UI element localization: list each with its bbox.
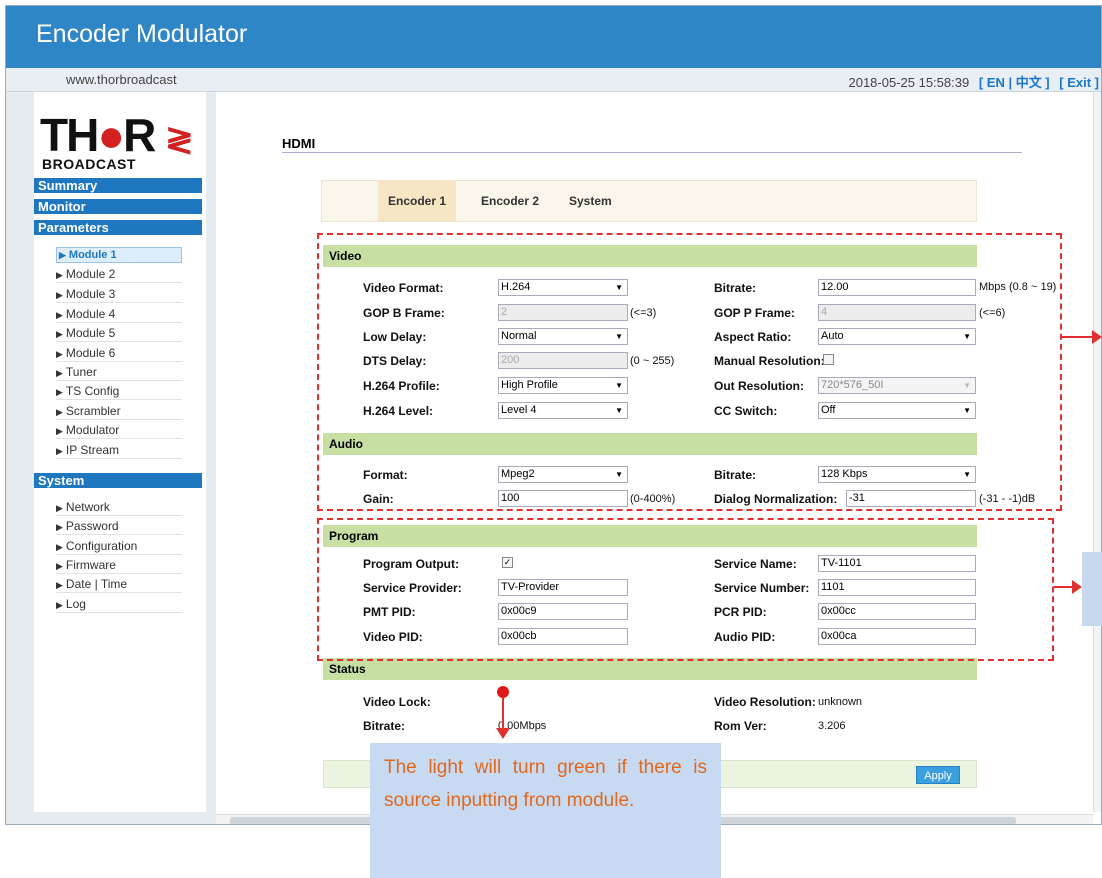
triangle-right-icon: ▶ xyxy=(56,387,63,397)
sidebar-item-tuner[interactable]: ▶ Tuner xyxy=(56,364,182,381)
sidebar-item-module-2[interactable]: ▶ Module 2 xyxy=(56,266,182,283)
sidebar-item-label: Log xyxy=(65,597,86,611)
title-divider xyxy=(282,152,1022,153)
sidebar-item-label: Date | Time xyxy=(65,577,128,591)
annotation-arrow-line xyxy=(1062,336,1094,338)
tab-encoder-1[interactable]: Encoder 1 xyxy=(378,181,457,221)
status-section-header: Status xyxy=(323,658,977,680)
annotation-note-box xyxy=(1082,552,1102,626)
sidebar-item-ts-config[interactable]: ▶ TS Config xyxy=(56,383,182,400)
sidebar-item-network[interactable]: ▶ Network xyxy=(56,499,182,516)
sidebar-item-label: Tuner xyxy=(65,365,97,379)
arrow-right-icon xyxy=(1072,580,1082,594)
sidebar-item-ip-stream[interactable]: ▶ IP Stream xyxy=(56,442,182,459)
title-bar: Encoder Modulator xyxy=(6,6,1101,68)
vertical-scrollbar[interactable] xyxy=(1093,92,1101,812)
language-switch[interactable]: [ EN | 中文 ] xyxy=(979,75,1050,90)
triangle-right-icon: ▶ xyxy=(56,426,63,436)
sidebar-item-label: Module 4 xyxy=(65,307,116,321)
triangle-right-icon: ▶ xyxy=(59,250,66,260)
triangle-right-icon: ▶ xyxy=(56,561,63,571)
triangle-right-icon: ▶ xyxy=(56,446,63,456)
sidebar-item-log[interactable]: ▶ Log xyxy=(56,596,182,613)
tab-system[interactable]: System xyxy=(569,194,612,208)
sidebar-item-firmware[interactable]: ▶ Firmware xyxy=(56,557,182,574)
video-resolution-value: unknown xyxy=(818,696,863,708)
sidebar-item-label: Module 3 xyxy=(65,287,116,301)
logo-subtitle: BROADCAST xyxy=(42,156,136,172)
triangle-right-icon: ▶ xyxy=(56,522,63,532)
sidebar-item-label: Network xyxy=(65,500,110,514)
site-url: www.thorbroadcast xyxy=(66,72,177,87)
triangle-right-icon: ▶ xyxy=(56,503,63,513)
exit-link[interactable]: [ Exit ] xyxy=(1059,75,1099,90)
triangle-right-icon: ▶ xyxy=(56,310,63,320)
page-title: HDMI xyxy=(282,136,316,151)
triangle-right-icon: ▶ xyxy=(56,329,63,339)
sidebar-item-configuration[interactable]: ▶ Configuration xyxy=(56,538,182,555)
video-lock-label: Video Lock: xyxy=(363,695,431,709)
sidebar-item-date-time[interactable]: ▶ Date | Time xyxy=(56,576,182,593)
triangle-right-icon: ▶ xyxy=(56,407,63,417)
program-highlight xyxy=(317,518,1054,661)
sidebar-item-label: Module 5 xyxy=(65,326,116,340)
annotation-arrow-line xyxy=(1054,586,1074,588)
status-bitrate-label: Bitrate: xyxy=(363,719,406,733)
sidebar: TH●R ≷ BROADCAST Summary Monitor Paramet… xyxy=(6,92,216,824)
tab-encoder-2[interactable]: Encoder 2 xyxy=(481,194,539,208)
triangle-right-icon: ▶ xyxy=(56,368,63,378)
sidebar-item-label: Module 1 xyxy=(68,249,117,261)
nav-summary[interactable]: Summary xyxy=(34,178,202,193)
arrow-right-icon xyxy=(1092,330,1102,344)
annotation-arrow-line xyxy=(502,698,504,728)
sidebar-item-label: Firmware xyxy=(65,558,116,572)
sidebar-item-scrambler[interactable]: ▶ Scrambler xyxy=(56,403,182,420)
annotation-callout: The light will turn green if there is so… xyxy=(370,743,721,878)
sidebar-item-label: Scrambler xyxy=(65,404,121,418)
sidebar-item-label: Module 2 xyxy=(65,267,116,281)
sidebar-item-password[interactable]: ▶ Password xyxy=(56,518,182,535)
sidebar-item-label: Password xyxy=(65,519,119,533)
app-title: Encoder Modulator xyxy=(36,20,248,48)
nav-system[interactable]: System xyxy=(34,473,202,488)
triangle-right-icon: ▶ xyxy=(56,349,63,359)
sidebar-item-module-1[interactable]: ▶ Module 1 xyxy=(56,247,182,263)
sidebar-item-label: TS Config xyxy=(65,384,120,398)
rom-ver-label: Rom Ver: xyxy=(714,719,767,733)
sidebar-item-label: IP Stream xyxy=(65,443,120,457)
triangle-right-icon: ▶ xyxy=(56,290,63,300)
apply-button[interactable]: Apply xyxy=(916,766,960,784)
datetime: 2018-05-25 15:58:39 xyxy=(848,75,970,90)
brand-logo: TH●R ≷ BROADCAST xyxy=(40,112,200,182)
sidebar-item-module-5[interactable]: ▶ Module 5 xyxy=(56,325,182,342)
nav-parameters[interactable]: Parameters xyxy=(34,220,202,235)
triangle-right-icon: ▶ xyxy=(56,580,63,590)
info-bar: www.thorbroadcast 2018-05-25 15:58:39 [ … xyxy=(6,68,1101,92)
nav-monitor[interactable]: Monitor xyxy=(34,199,202,214)
sidebar-item-module-6[interactable]: ▶ Module 6 xyxy=(56,345,182,362)
sidebar-item-module-4[interactable]: ▶ Module 4 xyxy=(56,306,182,323)
video-resolution-label: Video Resolution: xyxy=(714,695,816,709)
header-right: 2018-05-25 15:58:39 [ EN | 中文 ] [ Exit ] xyxy=(848,72,1099,91)
triangle-right-icon: ▶ xyxy=(56,542,63,552)
sidebar-item-module-3[interactable]: ▶ Module 3 xyxy=(56,286,182,303)
triangle-right-icon: ▶ xyxy=(56,600,63,610)
triangle-right-icon: ▶ xyxy=(56,270,63,280)
sidebar-item-label: Modulator xyxy=(65,423,120,437)
sidebar-item-label: Configuration xyxy=(65,539,138,553)
rom-ver-value: 3.206 xyxy=(818,720,846,732)
video-audio-highlight xyxy=(317,233,1062,511)
sidebar-item-modulator[interactable]: ▶ Modulator xyxy=(56,422,182,439)
video-lock-indicator xyxy=(497,686,509,698)
arrow-down-icon xyxy=(496,728,510,739)
tab-bar: Encoder 1 Encoder 2 System xyxy=(321,180,977,222)
sidebar-panel: TH●R ≷ BROADCAST Summary Monitor Paramet… xyxy=(34,92,206,812)
sidebar-item-label: Module 6 xyxy=(65,346,116,360)
